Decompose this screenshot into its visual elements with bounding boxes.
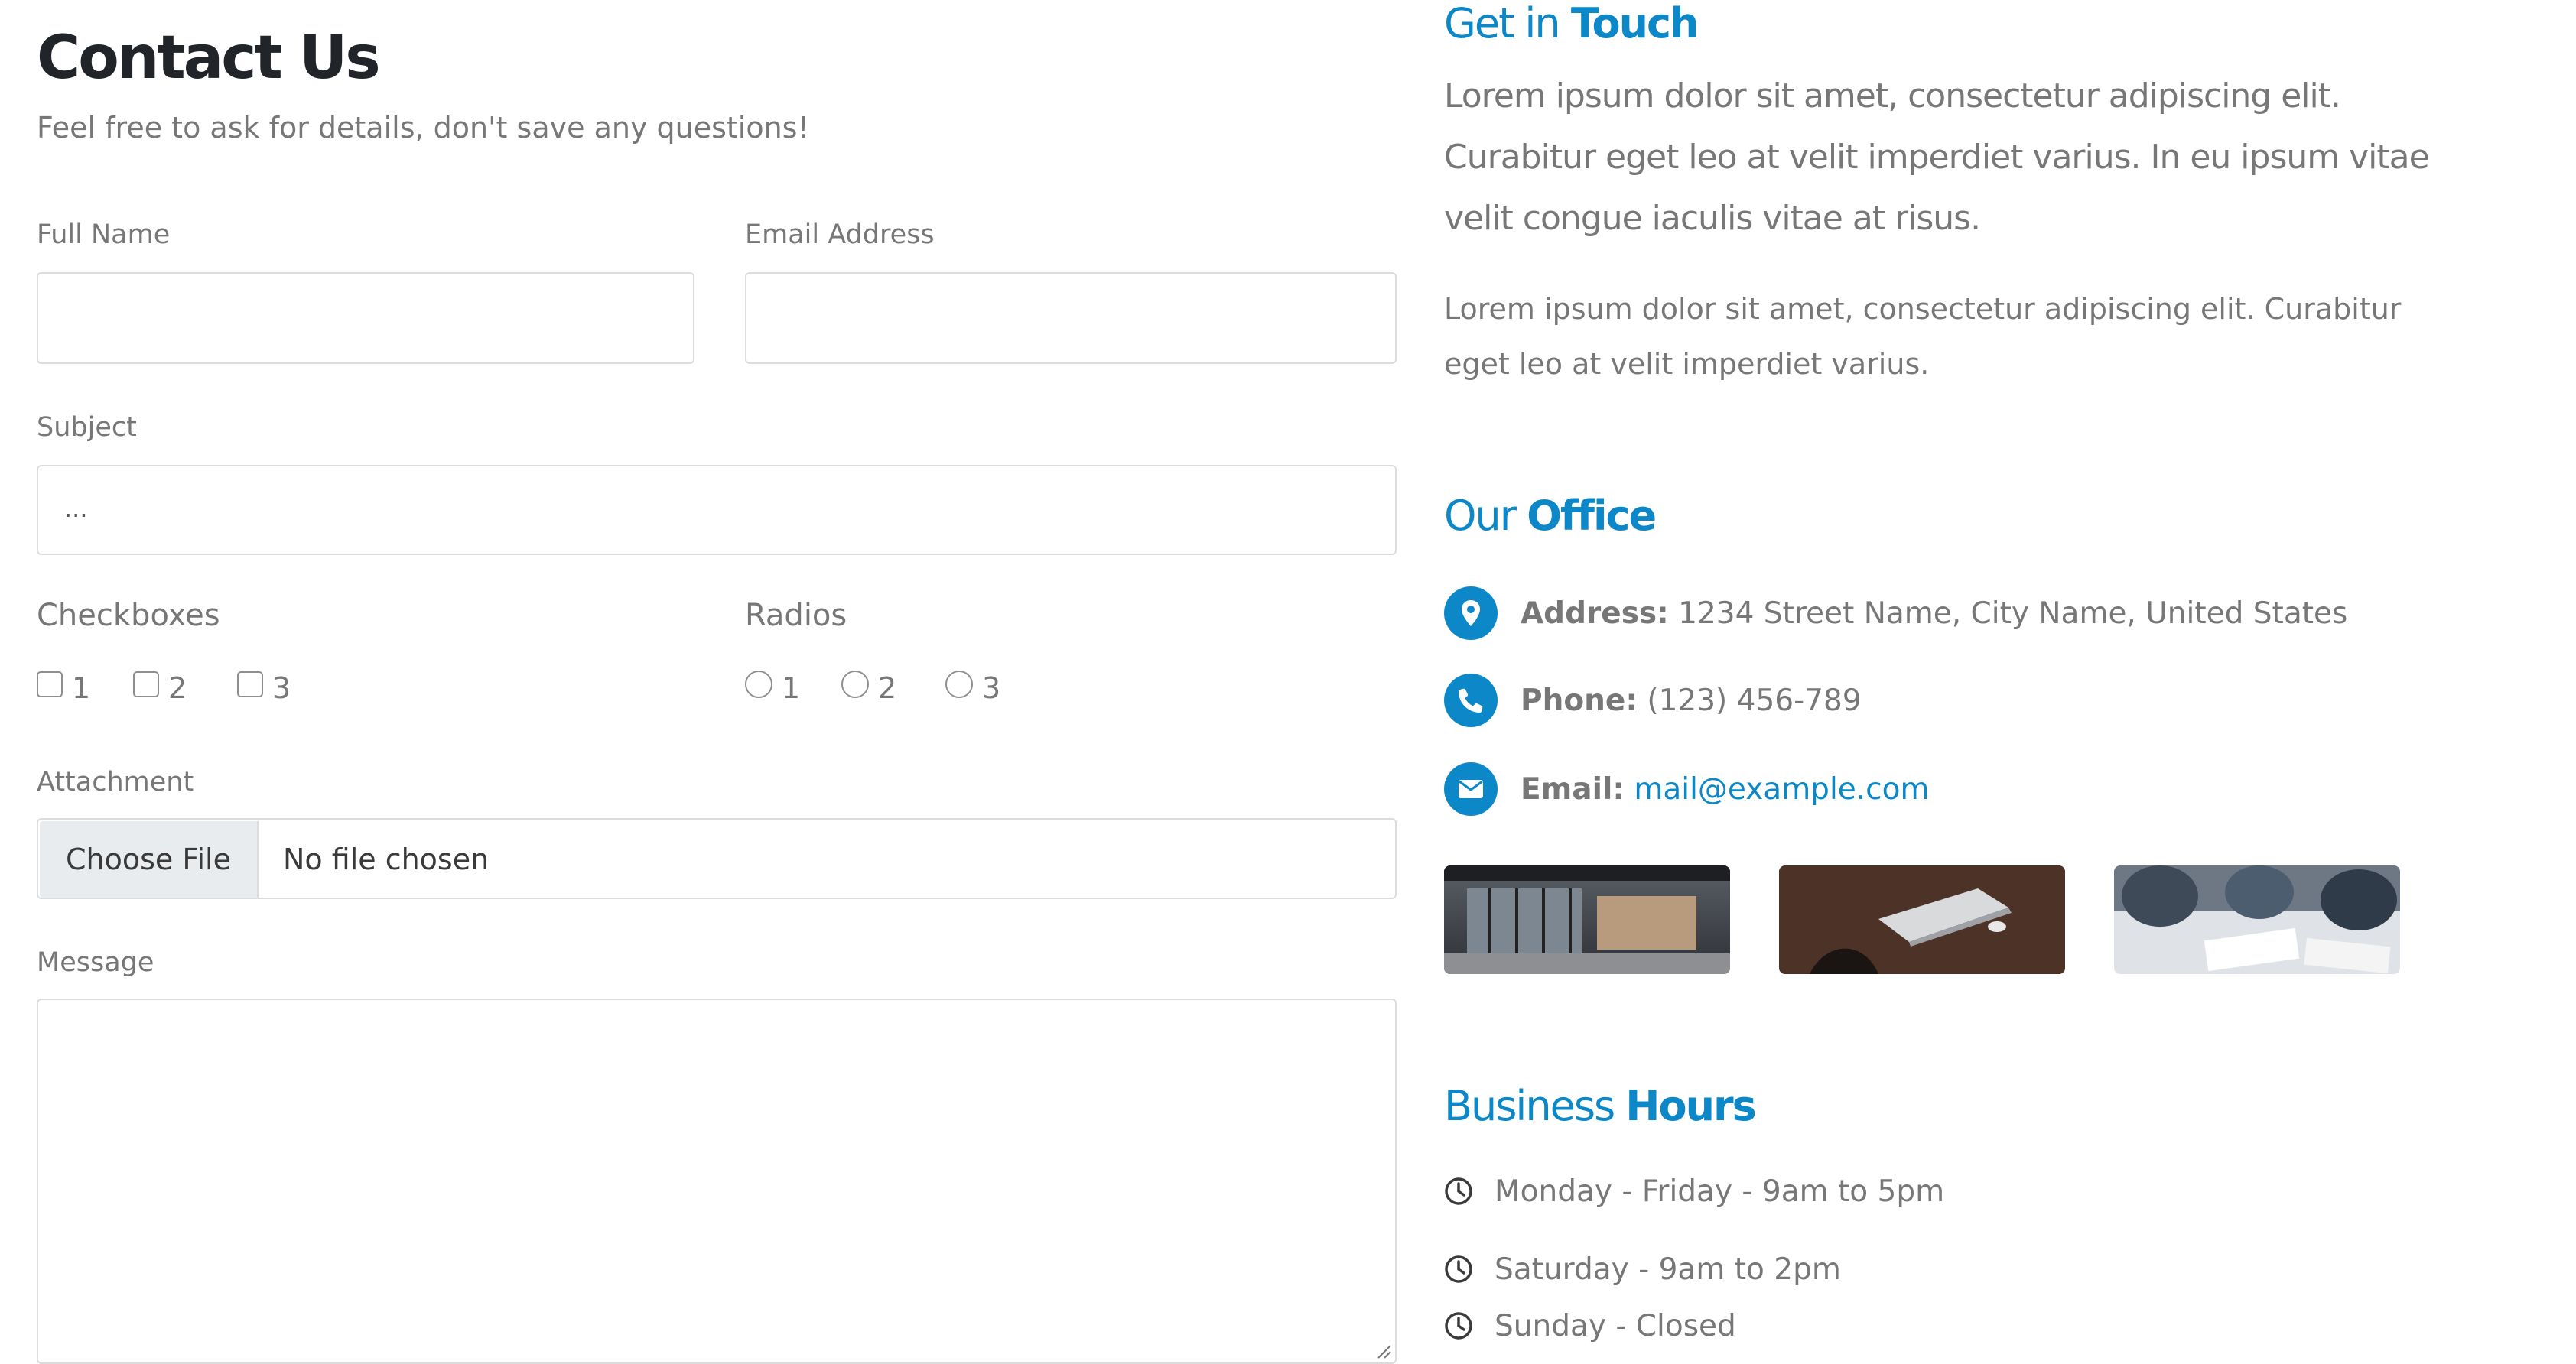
email-address-label: Email Address <box>745 219 935 250</box>
heading-bold: Touch <box>1570 0 1699 47</box>
checkbox[interactable] <box>237 671 263 697</box>
radio-option-3[interactable]: 3 <box>945 665 1001 705</box>
heading-light: Get in <box>1444 0 1561 47</box>
radio-button[interactable] <box>841 671 869 698</box>
page-subtitle: Feel free to ask for details, don't save… <box>37 111 809 145</box>
message-label: Message <box>37 947 154 978</box>
checkbox-option-3[interactable]: 3 <box>237 665 291 705</box>
radio-option-2[interactable]: 2 <box>841 665 897 705</box>
address-text: Address: 1234 Street Name, City Name, Un… <box>1521 596 2347 631</box>
email-row: Email: mail@example.com <box>1444 762 1929 817</box>
attachment-file-input[interactable]: Choose File No file chosen <box>37 818 1397 899</box>
phone-label: Phone: <box>1521 683 1638 718</box>
heading-bold: Hours <box>1625 1082 1757 1130</box>
file-status: No file chosen <box>283 843 490 876</box>
checkbox-label: 2 <box>168 671 187 705</box>
subject-value: ... <box>64 494 88 523</box>
checkbox-option-2[interactable]: 2 <box>133 665 187 705</box>
email-address-input[interactable] <box>745 272 1397 364</box>
hours-row: Saturday - 9am to 2pm <box>1444 1246 1841 1292</box>
phone-text: Phone: (123) 456-789 <box>1521 684 1862 718</box>
choose-file-button[interactable]: Choose File <box>40 821 259 898</box>
email-text: Email: mail@example.com <box>1521 772 1929 807</box>
radio-option-1[interactable]: 1 <box>745 665 801 705</box>
checkbox-label: 1 <box>72 671 91 705</box>
page-title: Contact Us <box>37 24 381 93</box>
address-row: Address: 1234 Street Name, City Name, Un… <box>1444 586 2347 641</box>
touch-paragraph: Lorem ipsum dolor sit amet, consectetur … <box>1444 292 2402 381</box>
business-hours-heading: Business Hours <box>1444 1080 1757 1133</box>
hours-row: Sunday - Closed <box>1444 1303 1736 1349</box>
phone-icon <box>1444 674 1498 727</box>
email-link[interactable]: mail@example.com <box>1634 772 1929 807</box>
hours-text: Sunday - Closed <box>1495 1308 1736 1343</box>
address-value: 1234 Street Name, City Name, United Stat… <box>1678 596 2348 631</box>
heading-light: Our <box>1444 492 1517 540</box>
phone-value: (123) 456-789 <box>1647 683 1862 718</box>
address-label: Address: <box>1521 596 1669 631</box>
radio-label: 1 <box>782 671 801 705</box>
message-textarea[interactable] <box>37 999 1397 1364</box>
phone-row: Phone: (123) 456-789 <box>1444 673 1862 728</box>
get-in-touch-heading: Get in Touch <box>1444 0 1699 50</box>
map-marker-icon <box>1444 586 1498 640</box>
checkbox[interactable] <box>133 671 159 697</box>
email-label: Email: <box>1521 771 1625 807</box>
full-name-label: Full Name <box>37 219 171 250</box>
clock-icon <box>1445 1177 1472 1205</box>
clock-icon <box>1445 1312 1472 1340</box>
heading-bold: Office <box>1527 492 1657 540</box>
touch-lead-text: Lorem ipsum dolor sit amet, consectetur … <box>1444 76 2430 238</box>
checkbox[interactable] <box>37 671 63 697</box>
envelope-icon <box>1444 762 1498 816</box>
office-photo-1[interactable] <box>1444 865 1730 974</box>
radio-button[interactable] <box>745 671 772 698</box>
resize-handle-icon[interactable] <box>1375 1343 1392 1359</box>
radio-label: 3 <box>982 671 1001 705</box>
our-office-heading: Our Office <box>1444 489 1657 543</box>
hours-text: Saturday - 9am to 2pm <box>1495 1252 1841 1287</box>
attachment-label: Attachment <box>37 767 194 797</box>
radio-label: 2 <box>878 671 897 705</box>
subject-select[interactable]: ... <box>37 465 1397 555</box>
radio-button[interactable] <box>945 671 973 698</box>
full-name-input[interactable] <box>37 272 694 364</box>
radios-label: Radios <box>745 598 847 633</box>
hours-row: Monday - Friday - 9am to 5pm <box>1444 1168 1944 1214</box>
hours-text: Monday - Friday - 9am to 5pm <box>1495 1174 1945 1209</box>
subject-label: Subject <box>37 412 137 443</box>
checkboxes-label: Checkboxes <box>37 598 220 633</box>
clock-icon <box>1445 1255 1472 1283</box>
office-photo-2[interactable] <box>1779 865 2065 974</box>
heading-light: Business <box>1444 1082 1615 1130</box>
checkbox-option-1[interactable]: 1 <box>37 665 91 705</box>
office-photo-3[interactable] <box>2114 865 2400 974</box>
checkbox-label: 3 <box>272 671 291 705</box>
